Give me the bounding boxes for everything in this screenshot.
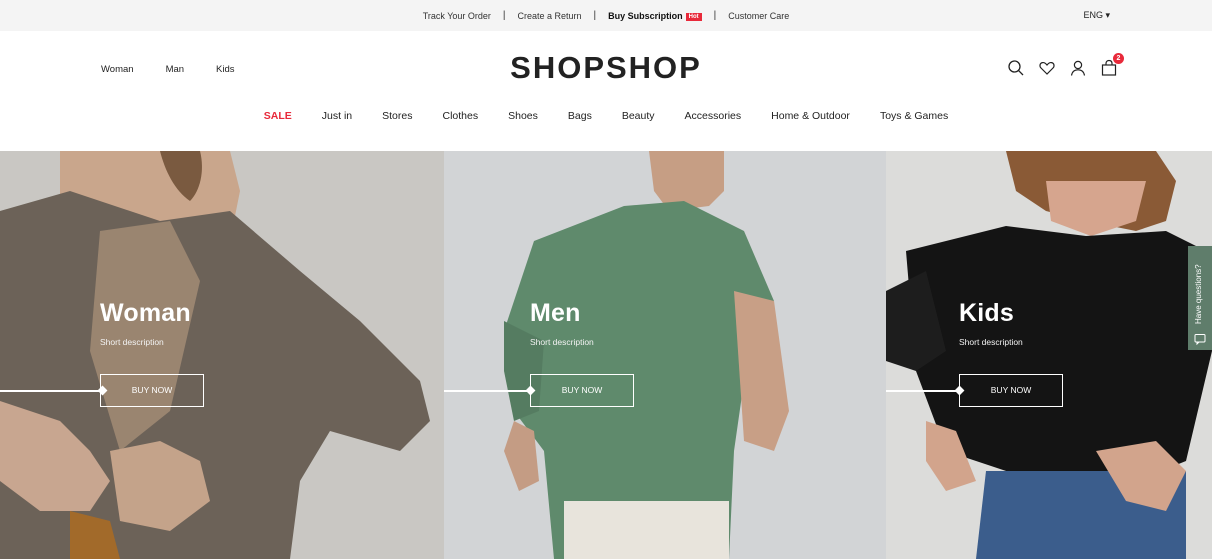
cart-count-badge: 2 — [1113, 53, 1124, 64]
buy-now-button-kids[interactable]: BUY NOW — [959, 374, 1063, 407]
decor-line — [886, 390, 960, 392]
have-questions-label: Have questions? — [1194, 264, 1203, 324]
hero-panel-kids[interactable]: Kids Short description BUY NOW — [886, 151, 1212, 559]
header-icons: 2 — [1007, 53, 1124, 77]
separator: | — [593, 10, 597, 21]
utility-bar: Track Your Order | Create a Return | Buy… — [0, 0, 1212, 31]
panel-title-woman: Woman — [100, 299, 191, 327]
nav-just-in[interactable]: Just in — [322, 110, 352, 122]
buy-now-button-woman[interactable]: BUY NOW — [100, 374, 204, 407]
track-order-link[interactable]: Track Your Order — [423, 11, 491, 21]
nav-clothes[interactable]: Clothes — [443, 110, 479, 122]
panel-description-woman: Short description — [100, 337, 164, 347]
nav-stores[interactable]: Stores — [382, 110, 412, 122]
chat-icon — [1194, 332, 1206, 346]
utility-links: Track Your Order | Create a Return | Buy… — [0, 0, 1212, 31]
site-header: Woman Man Kids SHOPSHOP 2 SALE Just in S… — [0, 31, 1212, 151]
nav-beauty[interactable]: Beauty — [622, 110, 655, 122]
panel-description-kids: Short description — [959, 337, 1023, 347]
nav-accessories[interactable]: Accessories — [685, 110, 742, 122]
buy-subscription-link[interactable]: Buy Subscription Hot — [608, 11, 702, 21]
decor-line — [444, 390, 532, 392]
have-questions-tab[interactable]: Have questions? — [1188, 246, 1212, 350]
customer-care-link[interactable]: Customer Care — [728, 11, 789, 21]
hot-badge: Hot — [685, 12, 702, 21]
men-photo — [444, 151, 886, 559]
separator: | — [502, 10, 506, 21]
main-nav: SALE Just in Stores Clothes Shoes Bags B… — [0, 110, 1212, 122]
hero-panel-men[interactable]: Men Short description BUY NOW — [444, 151, 886, 559]
user-icon[interactable] — [1069, 59, 1087, 77]
nav-shoes[interactable]: Shoes — [508, 110, 538, 122]
nav-home-outdoor[interactable]: Home & Outdoor — [771, 110, 850, 122]
panel-title-men: Men — [530, 299, 581, 327]
hero-banner: Woman Short description BUY NOW Men Shor… — [0, 151, 1212, 559]
panel-title-kids: Kids — [959, 299, 1014, 327]
search-icon[interactable] — [1007, 59, 1025, 77]
language-selector[interactable]: ENG ▾ — [1083, 10, 1110, 21]
separator: | — [713, 10, 717, 21]
nav-bags[interactable]: Bags — [568, 110, 592, 122]
buy-subscription-label: Buy Subscription — [608, 10, 683, 21]
kids-photo — [886, 151, 1212, 559]
buy-now-button-men[interactable]: BUY NOW — [530, 374, 634, 407]
hero-panel-woman[interactable]: Woman Short description BUY NOW — [0, 151, 444, 559]
bag-icon[interactable]: 2 — [1100, 53, 1124, 77]
create-return-link[interactable]: Create a Return — [518, 11, 582, 21]
nav-toys-games[interactable]: Toys & Games — [880, 110, 948, 122]
nav-sale[interactable]: SALE — [264, 110, 292, 122]
woman-photo — [0, 151, 444, 559]
decor-line — [0, 390, 102, 392]
heart-icon[interactable] — [1038, 59, 1056, 77]
panel-description-men: Short description — [530, 337, 594, 347]
